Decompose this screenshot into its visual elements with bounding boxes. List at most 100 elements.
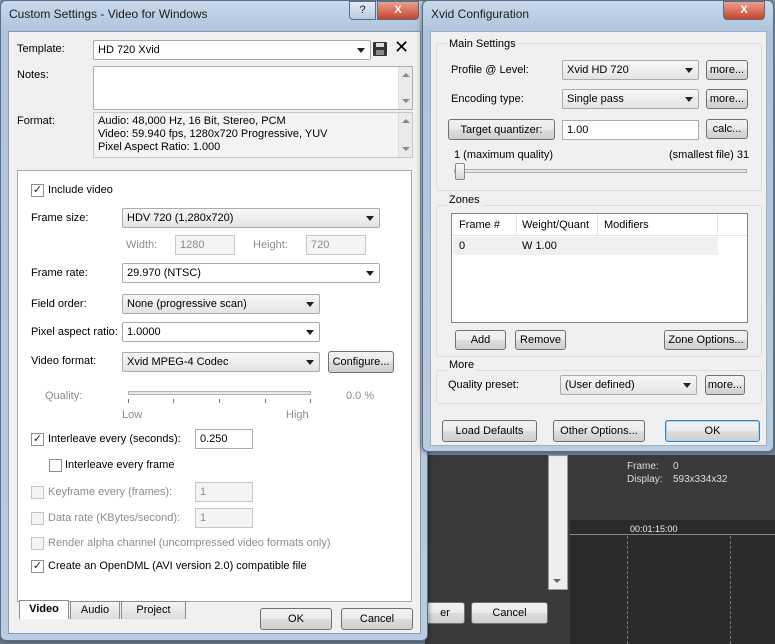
format-line-video: Video: 59.940 fps, 1280x720 Progressive,…: [98, 128, 328, 140]
other-options-button[interactable]: Other Options...: [553, 420, 645, 442]
datarate-input[interactable]: 1: [195, 508, 253, 528]
zone-weight-cell: W 1.00: [522, 240, 557, 252]
add-zone-button[interactable]: Add: [455, 330, 506, 350]
encoding-type-value: Single pass: [567, 93, 624, 105]
opendml-checkbox[interactable]: ✓: [31, 560, 44, 573]
include-video-label: Include video: [48, 184, 113, 196]
background-partial-button[interactable]: er: [425, 602, 465, 624]
keyframe-checkbox[interactable]: [31, 486, 44, 499]
zones-label: Zones: [447, 194, 482, 206]
template-label: Template:: [17, 43, 65, 55]
xvid-close-button[interactable]: X: [723, 1, 765, 20]
frame-rate-combo[interactable]: 29.970 (NTSC): [122, 263, 380, 283]
timeline-area[interactable]: 00:01:15:00: [570, 520, 775, 644]
interleave-frame-label: Interleave every frame: [65, 459, 175, 471]
keyframe-input[interactable]: 1: [195, 482, 253, 502]
notes-textarea[interactable]: [93, 66, 413, 110]
frame-size-value: HDV 720 (1,280x720): [127, 212, 234, 224]
interleave-label: Interleave every (seconds):: [48, 433, 181, 445]
template-combo[interactable]: HD 720 Xvid: [93, 40, 371, 60]
interleave-input[interactable]: 0.250: [195, 429, 253, 449]
profile-value: Xvid HD 720: [567, 64, 629, 76]
target-quantizer-button[interactable]: Target quantizer:: [448, 119, 555, 140]
width-input[interactable]: 1280: [175, 235, 235, 255]
profile-label: Profile @ Level:: [451, 64, 529, 76]
field-order-combo[interactable]: None (progressive scan): [122, 294, 320, 314]
format-line-par: Pixel Aspect Ratio: 1.000: [98, 141, 221, 153]
frame-label: Frame:: [627, 461, 659, 472]
quality-min-label: 1 (maximum quality): [454, 149, 554, 161]
quality-label: Quality:: [45, 390, 83, 402]
save-template-icon[interactable]: [373, 42, 387, 56]
quality-low-label: Low: [122, 409, 143, 421]
zones-header: Frame # Weight/Quant Modifiers: [452, 214, 747, 236]
remove-zone-button[interactable]: Remove: [515, 330, 566, 350]
profile-combo[interactable]: Xvid HD 720: [562, 60, 699, 80]
calc-button[interactable]: calc...: [706, 119, 748, 139]
quality-preset-combo[interactable]: (User defined): [560, 375, 697, 395]
frame-size-label: Frame size:: [31, 212, 89, 224]
quality-value: 0.0 %: [346, 390, 375, 402]
format-scrollbar[interactable]: [398, 113, 412, 157]
timeline-timecode: 00:01:15:00: [630, 524, 678, 534]
chevron-down-icon: [306, 302, 314, 307]
zones-list[interactable]: Frame # Weight/Quant Modifiers 0 W 1.00: [451, 213, 748, 323]
tab-video[interactable]: Video: [19, 600, 69, 619]
display-value: 593x334x32: [673, 474, 728, 485]
chevron-down-icon: [366, 216, 374, 221]
preset-more-button[interactable]: more...: [705, 375, 745, 395]
height-label: Height:: [253, 239, 288, 251]
xvid-config-title: Xvid Configuration: [431, 7, 530, 21]
ok-button[interactable]: OK: [260, 608, 332, 630]
chevron-down-icon: [685, 97, 693, 102]
chevron-down-icon: [683, 383, 691, 388]
notes-scrollbar[interactable]: [398, 67, 412, 109]
delete-template-icon[interactable]: ✕: [394, 38, 409, 56]
encoding-type-label: Encoding type:: [451, 93, 524, 105]
help-button[interactable]: ?: [349, 1, 376, 20]
zones-col-modifiers[interactable]: Modifiers: [604, 219, 649, 231]
quality-high-label: High: [286, 409, 309, 421]
format-label: Format:: [17, 115, 55, 127]
xvid-ok-button[interactable]: OK: [665, 420, 760, 442]
zone-options-button[interactable]: Zone Options...: [664, 330, 748, 350]
format-box: Audio: 48,000 Hz, 16 Bit, Stereo, PCM Vi…: [93, 112, 413, 158]
pixel-aspect-ratio-combo[interactable]: 1.0000: [122, 322, 320, 342]
encoding-type-combo[interactable]: Single pass: [562, 89, 699, 109]
frame-size-combo[interactable]: HDV 720 (1,280x720): [122, 208, 380, 228]
include-video-checkbox[interactable]: ✓: [31, 184, 44, 197]
tab-project[interactable]: Project: [121, 601, 186, 619]
zones-col-weight[interactable]: Weight/Quant: [522, 219, 589, 231]
chevron-down-icon: [306, 330, 314, 335]
format-line-audio: Audio: 48,000 Hz, 16 Bit, Stereo, PCM: [98, 115, 286, 127]
quality-slider[interactable]: [128, 391, 311, 395]
interleave-frame-checkbox[interactable]: [49, 459, 62, 472]
datarate-label: Data rate (KBytes/second):: [48, 512, 181, 524]
quantizer-slider[interactable]: [454, 169, 747, 173]
background-scrollbar[interactable]: [548, 455, 568, 590]
load-defaults-button[interactable]: Load Defaults: [442, 420, 537, 442]
target-quantizer-input[interactable]: 1.00: [562, 120, 699, 140]
encoding-more-button[interactable]: more...: [706, 89, 748, 109]
datarate-checkbox[interactable]: [31, 512, 44, 525]
close-button[interactable]: X: [377, 1, 419, 20]
pixel-aspect-ratio-label: Pixel aspect ratio:: [31, 326, 118, 338]
video-format-combo[interactable]: Xvid MPEG-4 Codec: [122, 352, 320, 372]
background-cancel-button[interactable]: Cancel: [471, 602, 548, 624]
table-row[interactable]: 0 W 1.00: [453, 237, 718, 255]
tab-audio[interactable]: Audio: [70, 601, 120, 619]
width-label: Width:: [126, 239, 158, 251]
height-input[interactable]: 720: [306, 235, 366, 255]
alpha-checkbox[interactable]: [31, 537, 44, 550]
interleave-checkbox[interactable]: ✓: [31, 433, 44, 446]
cancel-button[interactable]: Cancel: [341, 608, 413, 630]
profile-more-button[interactable]: more...: [706, 60, 748, 80]
zones-col-frame[interactable]: Frame #: [459, 219, 500, 231]
frame-rate-label: Frame rate:: [31, 267, 88, 279]
main-settings-label: Main Settings: [447, 38, 518, 50]
field-order-label: Field order:: [31, 298, 87, 310]
configure-button[interactable]: Configure...: [328, 351, 394, 373]
display-label: Display:: [627, 474, 663, 485]
custom-settings-title: Custom Settings - Video for Windows: [9, 7, 208, 21]
quantizer-slider-thumb[interactable]: [455, 163, 465, 180]
